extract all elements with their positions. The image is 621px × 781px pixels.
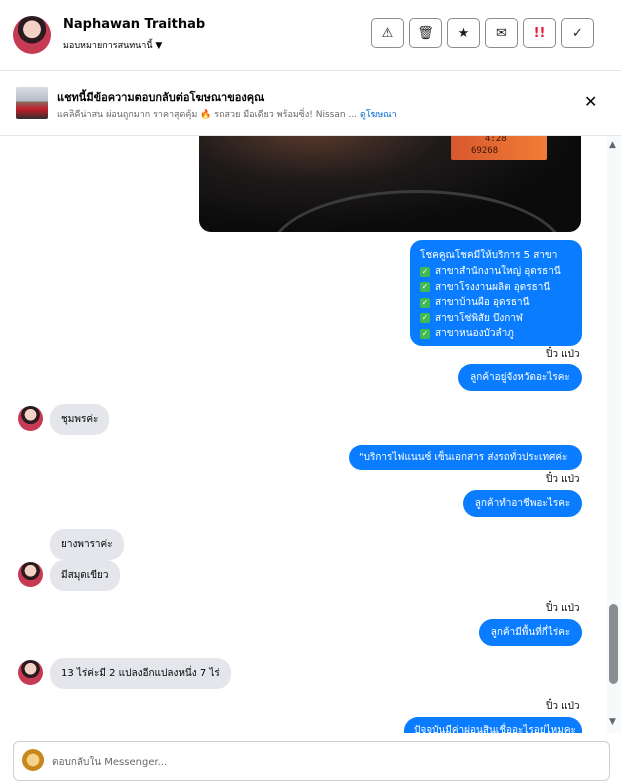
header-actions: ⚠ 🗑 ★ ✉ !! ✓ <box>371 18 594 48</box>
scrollbar-thumb[interactable] <box>609 604 618 684</box>
branch-item: ✓ สาขาสำนักงานใหญ่ อุดรธานี <box>420 264 572 280</box>
delete-button[interactable]: 🗑 <box>409 18 442 48</box>
branches-title: โชคคูณโชคมีให้บริการ 5 สาขา <box>420 250 558 261</box>
scroll-up-icon[interactable]: ▲ <box>609 140 616 150</box>
scroll-down-icon[interactable]: ▼ <box>609 717 616 727</box>
view-ad-link[interactable]: ดูโฆษณา <box>360 107 397 121</box>
check-mark-icon: ✓ <box>420 313 430 324</box>
check-mark-icon: ✓ <box>420 328 430 339</box>
branch-item: ✓ สาขาหนองบัวลำภู <box>420 326 572 342</box>
contact-name[interactable]: Naphawan Traithab <box>63 17 205 32</box>
ad-banner-text: แคลิคีน่าสน ผ่อนถูกมาก ราคาสุดคุ้ม 🔥 รถส… <box>57 110 358 120</box>
message-bubble-outgoing[interactable]: ลูกค้าทำอาชีพอะไรคะ <box>463 490 582 517</box>
conversation-header: Naphawan Traithab มอบหมายการสนทนานี้ ▼ ⚠… <box>0 0 621 71</box>
trash-icon: 🗑 <box>417 25 434 41</box>
sender-label: ปิ๋ว แป่ว <box>546 474 580 485</box>
star-icon: ★ <box>457 25 470 41</box>
branch-item: ✓ สาขาบ้านผือ อุดรธานี <box>420 295 572 311</box>
message-bubble-outgoing[interactable]: ลูกค้ามีพื้นที่กี่ไร่คะ <box>479 619 582 646</box>
ad-thumbnail[interactable] <box>16 87 48 119</box>
dashboard-photo[interactable]: 4:28 69268 <box>199 136 581 232</box>
reply-input[interactable]: ตอบกลับใน Messenger... <box>52 755 167 770</box>
odometer-time: 4:28 <box>485 136 507 144</box>
ad-reply-banner: แชทนี้มีข้อความตอบกลับต่อโฆษณาของคุณ แคล… <box>0 71 621 136</box>
branch-item: ✓ สาขาโซ่พิสัย บึงกาฬ <box>420 311 572 327</box>
message-bubble-outgoing[interactable]: "บริการไฟแนนซ์ เซ็นเอกสาร ส่งรถทั่วประเท… <box>349 445 582 470</box>
close-icon[interactable]: ✕ <box>584 94 597 110</box>
message-bubble-incoming[interactable]: ยางพาราค่ะ <box>50 529 124 560</box>
contact-avatar[interactable] <box>13 16 51 54</box>
sender-label: ปิ๋ว แป่ว <box>546 603 580 614</box>
check-mark-icon: ✓ <box>420 266 430 277</box>
sender-label: ปิ๋ว แป่ว <box>546 349 580 360</box>
message-bubble-incoming[interactable]: ชุมพรค่ะ <box>50 404 110 435</box>
contact-avatar-small <box>18 562 43 587</box>
reply-composer[interactable]: ตอบกลับใน Messenger... <box>13 741 610 781</box>
check-mark-icon: ✓ <box>420 297 430 308</box>
contact-avatar-small <box>18 660 43 685</box>
branch-item: ✓ สาขาโรงงานผลิต อุดรธานี <box>420 280 572 296</box>
assign-label: มอบหมายการสนทนานี้ <box>63 41 153 51</box>
branches-message[interactable]: โชคคูณโชคมีให้บริการ 5 สาขา ✓ สาขาสำนักงา… <box>410 240 582 346</box>
ad-banner-title: แชทนี้มีข้อความตอบกลับต่อโฆษณาของคุณ <box>57 91 265 104</box>
caret-down-icon: ▼ <box>155 41 163 51</box>
spam-button[interactable]: !! <box>523 18 556 48</box>
odometer-km: 69268 <box>471 146 499 156</box>
check-mark-icon: ✓ <box>420 282 430 293</box>
message-bubble-outgoing[interactable]: ปัจจุบันมีค่าผ่อนสินเชื่ออะไรอยู่ไหมคะ <box>404 717 582 733</box>
odometer-display: 4:28 69268 <box>451 136 547 160</box>
mail-icon: ✉ <box>496 25 507 41</box>
branch-label: สาขาบ้านผือ อุดรธานี <box>435 297 530 309</box>
message-thread[interactable]: 4:28 69268 โชคคูณโชคมีให้บริการ 5 สาขา ✓… <box>0 136 607 733</box>
branch-label: สาขาหนองบัวลำภู <box>435 328 514 340</box>
mark-done-button[interactable]: ✓ <box>561 18 594 48</box>
page-avatar <box>22 749 44 771</box>
dashboard-arc <box>269 190 565 232</box>
branch-label: สาขาสำนักงานใหญ่ อุดรธานี <box>435 266 561 278</box>
sender-label: ปิ๋ว แป่ว <box>546 701 580 712</box>
mark-unread-button[interactable]: ✉ <box>485 18 518 48</box>
branch-label: สาขาโรงงานผลิต อุดรธานี <box>435 281 551 293</box>
warning-button[interactable]: ⚠ <box>371 18 404 48</box>
message-bubble-incoming[interactable]: มีสมุดเขียว <box>50 560 120 591</box>
contact-avatar-small <box>18 406 43 431</box>
message-bubble-outgoing[interactable]: ลูกค้าอยู่จังหวัดอะไรคะ <box>458 364 582 391</box>
assign-conversation-dropdown[interactable]: มอบหมายการสนทนานี้ ▼ <box>63 38 162 52</box>
check-icon: ✓ <box>572 25 583 41</box>
warning-icon: ⚠ <box>381 25 394 41</box>
message-bubble-incoming[interactable]: 13 ไร่ค่ะมี 2 แปลงอีกแปลงหนึ่ง 7 ไร่ <box>50 658 231 689</box>
star-button[interactable]: ★ <box>447 18 480 48</box>
spam-icon: !! <box>533 25 546 41</box>
branch-label: สาขาโซ่พิสัย บึงกาฬ <box>435 312 523 324</box>
